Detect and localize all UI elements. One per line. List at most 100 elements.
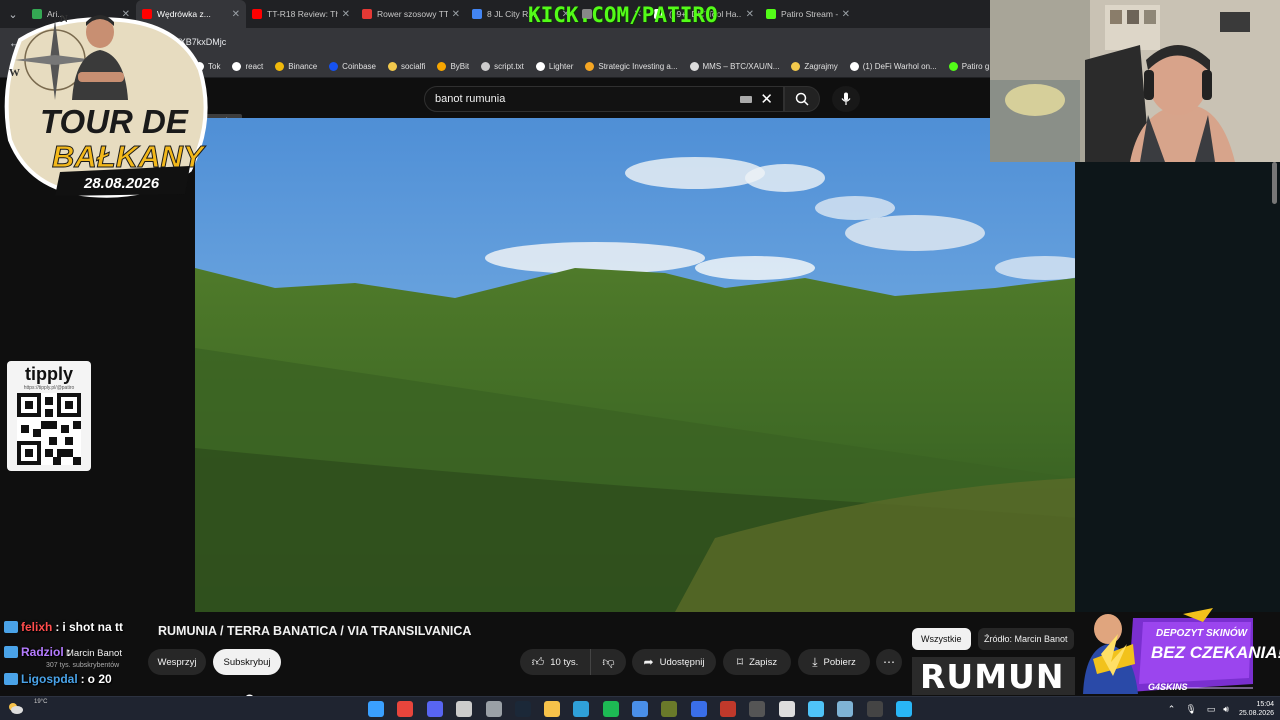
bookmark-item[interactable]: Coinbase (329, 62, 376, 71)
steam-icon[interactable] (515, 701, 531, 717)
scrollbar[interactable] (1272, 162, 1277, 204)
bookmark-label: Strategic Investing a... (598, 62, 678, 71)
clear-search-icon[interactable]: ✕ (760, 90, 773, 108)
network-icon[interactable]: ▭ (1207, 704, 1216, 715)
browser-tab[interactable]: Rower szosowy TT... ✕ (356, 0, 466, 28)
bookmark-item[interactable]: react (232, 62, 263, 71)
dislike-button[interactable]: 👎︎ (590, 649, 626, 675)
triangle-icon[interactable] (779, 701, 795, 717)
bookmark-label: Binance (288, 62, 318, 71)
channel-name[interactable]: Marcin Banot (66, 648, 122, 659)
arrow-up-icon[interactable] (867, 701, 883, 717)
bookmark-item[interactable]: Zagrajmy (791, 62, 838, 71)
bookmark-item[interactable]: MMS – BTC/XAU/N... (689, 62, 780, 71)
bookmark-item[interactable]: Lighter (535, 62, 573, 71)
chip-source[interactable]: Źródło: Marcin Banot (978, 628, 1074, 650)
tab-close-icon[interactable]: ✕ (746, 9, 754, 20)
discord-icon[interactable] (427, 701, 443, 717)
bookmark-label: socialfi (400, 62, 426, 71)
search-input[interactable]: banot rumunia ✕ (424, 86, 784, 112)
like-button[interactable]: 👍︎ 10 tys. (520, 649, 590, 675)
video-title: RUMUNIA / TERRA BANATICA / VIA TRANSILVA… (158, 624, 472, 638)
snipping-tool-icon[interactable] (456, 701, 472, 717)
tool-icon[interactable] (691, 701, 707, 717)
bookmark-favicon-icon (689, 62, 699, 71)
chip-all[interactable]: Wszystkie (912, 628, 971, 650)
kick-banner: KICK.COM/PATIRO (528, 3, 718, 27)
bookmark-favicon-icon (481, 62, 491, 71)
video-player[interactable] (195, 118, 1075, 612)
tab-favicon-icon (766, 9, 776, 19)
share-button[interactable]: ➦ Udostępnij (632, 649, 716, 675)
bookmark-favicon-icon (329, 62, 339, 71)
recommended-video-thumbnail[interactable]: RUMUN (912, 657, 1075, 695)
g4skins-ad[interactable]: DEPOZYT SKINÓW BEZ CZEKANIA! G4SKINS (1063, 604, 1280, 696)
clock-date: 25.08.2026 (1238, 710, 1274, 717)
download-button[interactable]: ⤓ Pobierz (798, 649, 870, 675)
chrome-icon[interactable] (397, 701, 413, 717)
bookmark-label: ByBit (450, 62, 470, 71)
ad-headline-2: BEZ CZEKANIA! (1151, 643, 1280, 662)
start-icon[interactable] (368, 701, 384, 717)
tab-close-icon[interactable]: ✕ (842, 9, 850, 20)
ad-brand: G4SKINS (1148, 682, 1188, 692)
clock[interactable]: 15:04 25.08.2026 (1239, 700, 1274, 718)
media-icon[interactable] (720, 701, 736, 717)
volume-icon[interactable]: 🔊︎ (1223, 704, 1229, 715)
chat-username: Ligospdal (21, 672, 78, 686)
bookmark-label: MMS – BTC/XAU/N... (702, 62, 780, 71)
photos-icon[interactable] (632, 701, 648, 717)
weather-icon[interactable] (6, 700, 24, 716)
browser-alt-icon[interactable] (896, 701, 912, 717)
bookmark-item[interactable]: (1) DeFi Warhol on... (849, 62, 937, 71)
share-label: Udostępnij (659, 656, 705, 668)
editor-icon[interactable] (749, 701, 765, 717)
browser-tab[interactable]: TT-R18 Review: Th... ✕ (246, 0, 356, 28)
tab-favicon-icon (362, 9, 372, 19)
browser-tab[interactable]: Patiro Stream - ... ✕ (760, 0, 856, 28)
subscribe-button[interactable]: Subskrybuj (213, 649, 281, 675)
tab-close-icon[interactable]: ✕ (232, 9, 240, 20)
tab-close-icon[interactable]: ✕ (452, 9, 460, 20)
tab-favicon-icon (472, 9, 482, 19)
more-actions-button[interactable]: ⋯ (876, 649, 902, 675)
chat-separator: : (80, 672, 85, 686)
settings-icon[interactable] (486, 701, 502, 717)
weather-temp: 19°C (34, 699, 48, 705)
support-button[interactable]: Wesprzyj (148, 649, 206, 675)
bookmark-label: (1) DeFi Warhol on... (862, 62, 937, 71)
voice-search-button[interactable] (832, 86, 860, 112)
clock-time: 15:04 (1256, 701, 1274, 708)
bookmark-item[interactable]: socialfi (387, 62, 426, 71)
keyboard-icon[interactable] (740, 95, 753, 103)
edge-icon[interactable] (573, 701, 589, 717)
bookmark-favicon-icon (585, 62, 595, 71)
save-button[interactable]: ⌑ Zapisz (723, 649, 791, 675)
tipply-donation-card: tipply https://tipply.pl/@patiro (7, 361, 91, 471)
microphone-tray-icon[interactable]: 🎙︎ (1185, 704, 1196, 715)
recommendations-panel (1075, 162, 1280, 612)
bookmark-item[interactable]: script.txt (481, 62, 524, 71)
tour-de-balkany-logo: W N TOUR DE BAŁKANY 28.08.2026 (0, 0, 215, 205)
spotify-icon[interactable] (603, 701, 619, 717)
network-tool-icon[interactable] (837, 701, 853, 717)
bookmark-item[interactable]: Patiro g... (948, 62, 996, 71)
chat-badge-icon (4, 646, 18, 658)
download-icon: ⤓ (812, 654, 818, 669)
file-explorer-icon[interactable] (544, 701, 560, 717)
share-icon: ➦ (643, 655, 654, 669)
tab-close-icon[interactable]: ✕ (342, 9, 350, 20)
app-icon[interactable] (661, 701, 677, 717)
chevron-up-icon[interactable]: ⌃ (1168, 704, 1176, 715)
search-button[interactable] (784, 86, 820, 112)
bookmark-favicon-icon (535, 62, 545, 71)
subscriber-count: 307 tys. subskrybentów (46, 662, 120, 669)
bookmark-item[interactable]: ByBit (437, 62, 469, 71)
bookmark-item[interactable]: Binance (275, 62, 317, 71)
bookmark-favicon-icon (232, 62, 242, 71)
chat-separator: : (55, 620, 60, 634)
svg-text:N: N (60, 13, 68, 25)
notepad-icon[interactable] (808, 701, 824, 717)
chat-text: o 20 (87, 672, 112, 686)
bookmark-item[interactable]: Strategic Investing a... (585, 62, 678, 71)
